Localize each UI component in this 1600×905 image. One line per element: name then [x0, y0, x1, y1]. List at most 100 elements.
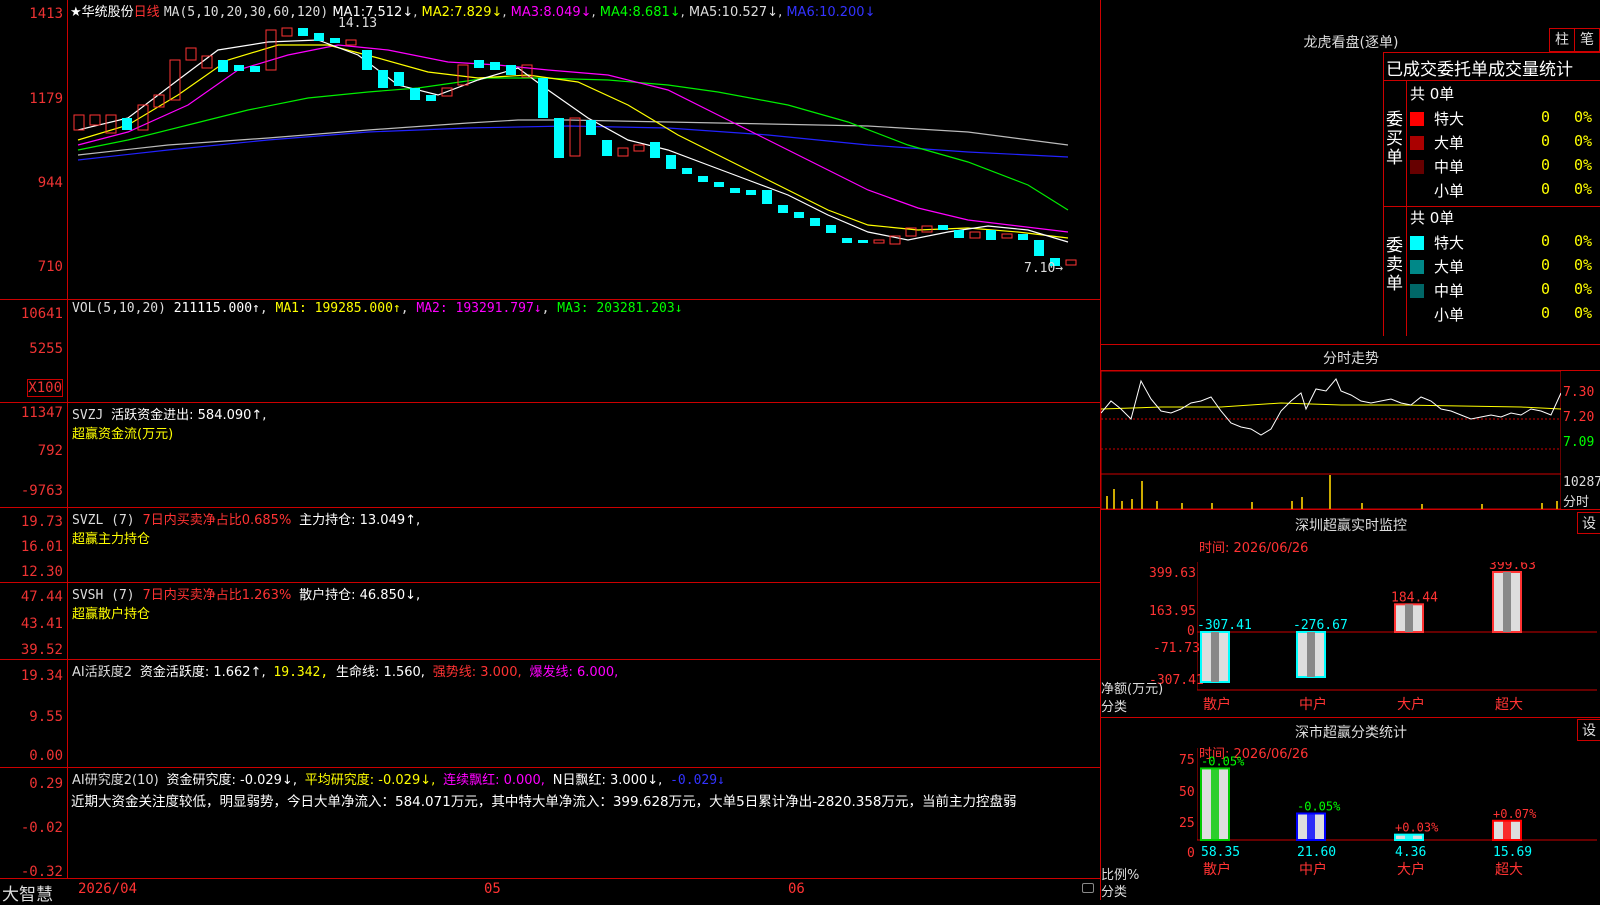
monitor-axis-label: 0	[1187, 624, 1195, 639]
classify-value-label: 4.36	[1395, 845, 1426, 860]
monitor-axis-label: -71.73	[1153, 641, 1200, 656]
svzl-line	[68, 508, 1100, 582]
classify-category-label: 超大	[1495, 862, 1523, 878]
monitor-bar-label: 399.63	[1489, 562, 1536, 573]
svsh-axis-label: 39.52	[20, 642, 63, 658]
high-price-label: 14.13	[338, 16, 377, 31]
sell-row-count: 0	[1541, 256, 1551, 274]
classify-xlabel: 分类	[1101, 885, 1128, 900]
ai-research-axis: 0.29 -0.02 -0.32	[0, 768, 68, 880]
kline-chart[interactable]: 14.13 7.10→	[68, 0, 1100, 300]
vol-panel[interactable]: 10641 5255 X100 VOL(5,10,20) 211115.000↑…	[0, 300, 1100, 403]
intraday-axis-label: 分时	[1563, 495, 1590, 510]
intraday-chart	[1101, 371, 1561, 509]
monitor-bar-label: -307.41	[1197, 618, 1252, 633]
buy-row-pct: 0%	[1574, 156, 1593, 174]
sell-group-label: 委卖单	[1386, 236, 1403, 294]
lhb-title: 龙虎看盘(逐单)	[1303, 35, 1399, 51]
monitor-category-label: 中户	[1299, 696, 1327, 713]
svzl-panel[interactable]: 19.73 16.01 12.30 SVZL (7) 7日内买卖净占比0.685…	[0, 508, 1100, 583]
svzj-axis: 11347 792 -9763	[0, 403, 68, 507]
lock-icon[interactable]	[1082, 883, 1094, 893]
sell-total: 共 0单	[1410, 209, 1455, 227]
svsh-axis: 47.44 43.41 39.52	[0, 583, 68, 659]
monitor-panel: 深圳超赢实时监控 设 时间: 2026/06/26 399.63 163.95 …	[1100, 510, 1600, 718]
date-label: 05	[484, 881, 501, 897]
sell-row: 特大 0 0%	[1408, 231, 1600, 255]
svzl-axis-label: 19.73	[20, 514, 63, 530]
sell-row-count: 0	[1541, 232, 1551, 250]
classify-value-label: 15.69	[1493, 845, 1532, 860]
monitor-category-label: 大户	[1397, 696, 1425, 713]
buy-rows: 特大 0 0% 大单 0 0% 中单 0 0% 小单 0 0%	[1408, 107, 1600, 203]
lhb-subtitle: 已成交委托单成交量统计	[1386, 60, 1573, 80]
buy-row-name: 中单	[1434, 158, 1465, 176]
vol-legend: VOL(5,10,20) 211115.000↑, MA1: 199285.00…	[72, 301, 683, 316]
ai-research-panel[interactable]: 0.29 -0.02 -0.32 AI研究度2(10) 资金研究度: -0.02…	[0, 768, 1100, 880]
buy-row-swatch	[1410, 136, 1424, 150]
ai-activity-axis: 19.34 9.55 0.00	[0, 660, 68, 767]
ma120-line	[77, 125, 1069, 161]
lhb-panel: 龙虎看盘(逐单) 柱 笔 已成交委托单成交量统计 委买单 共 0单 特大 0 0…	[1100, 0, 1600, 345]
monitor-bar-shade	[1503, 572, 1511, 632]
intraday-avg-line	[1101, 402, 1561, 410]
buy-row: 特大 0 0%	[1408, 107, 1600, 131]
sell-row: 大单 0 0%	[1408, 255, 1600, 279]
buy-row-name: 小单	[1434, 182, 1465, 200]
sell-row-pct: 0%	[1574, 304, 1593, 322]
monitor-bar-shade	[1405, 604, 1413, 632]
buy-row-name: 大单	[1434, 134, 1465, 152]
ai-activity-panel[interactable]: 19.34 9.55 0.00 AI活跃度2 资金活跃度: 1.662↑, 19…	[0, 660, 1100, 768]
lhb-column-button[interactable]: 柱	[1549, 28, 1575, 52]
svzj-axis-label: 792	[37, 443, 63, 459]
classify-axis-label: 75	[1179, 753, 1195, 768]
sell-row-swatch	[1410, 236, 1424, 250]
classify-change-label: +0.07%	[1493, 807, 1537, 821]
classify-bar-shade	[1405, 834, 1413, 840]
ai-axis-label: 0.00	[29, 748, 63, 764]
buy-row-pct: 0%	[1574, 180, 1593, 198]
classify-change-label: -0.05%	[1201, 754, 1245, 768]
svsh-line	[68, 583, 1100, 659]
classify-value-label: 21.60	[1297, 845, 1336, 860]
vol-axis: 10641 5255 X100	[0, 300, 68, 402]
ma60-line	[77, 119, 1069, 156]
vol-name: VOL(5,10,20)	[72, 301, 166, 316]
classify-change-label: -0.05%	[1297, 800, 1341, 814]
price-axis-label: 944	[37, 175, 63, 191]
classify-axis-label: 25	[1179, 816, 1195, 831]
svsh-panel[interactable]: 47.44 43.41 39.52 SVSH (7) 7日内买卖净占比1.263…	[0, 583, 1100, 660]
sell-row: 中单 0 0%	[1408, 279, 1600, 303]
monitor-settings-button[interactable]: 设	[1577, 512, 1600, 534]
classify-change-label: +0.03%	[1395, 821, 1439, 835]
brand-logo: 大智慧	[2, 885, 53, 905]
sell-rows: 特大 0 0% 大单 0 0% 中单 0 0% 小单 0 0%	[1408, 231, 1600, 327]
buy-row-swatch	[1410, 160, 1424, 174]
ai-research-bars	[68, 768, 1100, 878]
buy-row: 小单 0 0%	[1408, 179, 1600, 203]
monitor-category-label: 超大	[1495, 697, 1523, 713]
classify-settings-button[interactable]: 设	[1577, 719, 1600, 741]
vol-ma1: MA1: 199285.000↑	[275, 301, 401, 316]
svzl-axis-label: 16.01	[20, 539, 63, 555]
sell-row-name: 小单	[1434, 306, 1465, 324]
svsh-axis-label: 43.41	[20, 616, 63, 632]
classify-value-label: 58.35	[1201, 845, 1240, 860]
monitor-chart: -307.41 散户 -276.67 中户 184.44 大户 399.63 超大	[1197, 562, 1597, 713]
ma20-line	[77, 44, 1069, 233]
monitor-title: 深圳超赢实时监控	[1295, 518, 1407, 534]
svsh-axis-label: 47.44	[20, 589, 63, 605]
sell-row-pct: 0%	[1574, 232, 1593, 250]
candles	[73, 27, 1077, 266]
lhb-tick-button[interactable]: 笔	[1574, 28, 1600, 52]
ai2-axis-label: 0.29	[29, 776, 63, 792]
sell-row-count: 0	[1541, 304, 1551, 322]
price-panel[interactable]: 1413 1179 944 710 ★华统股份日线 MA(5,10,20,30,…	[0, 0, 1100, 300]
monitor-axis-label: 163.95	[1149, 604, 1196, 619]
monitor-axis-label: 399.63	[1149, 566, 1196, 581]
intraday-panel[interactable]: 分时走势 7.30 7.20 7.09 10287 分时	[1100, 345, 1600, 510]
svzj-panel[interactable]: 11347 792 -9763 SVZJ 活跃资金进出: 584.090↑, 超…	[0, 403, 1100, 508]
buy-row: 中单 0 0%	[1408, 155, 1600, 179]
buy-row-swatch	[1410, 112, 1424, 126]
lhb-table: 已成交委托单成交量统计 委买单 共 0单 特大 0 0% 大单 0 0% 中单 …	[1383, 52, 1600, 336]
